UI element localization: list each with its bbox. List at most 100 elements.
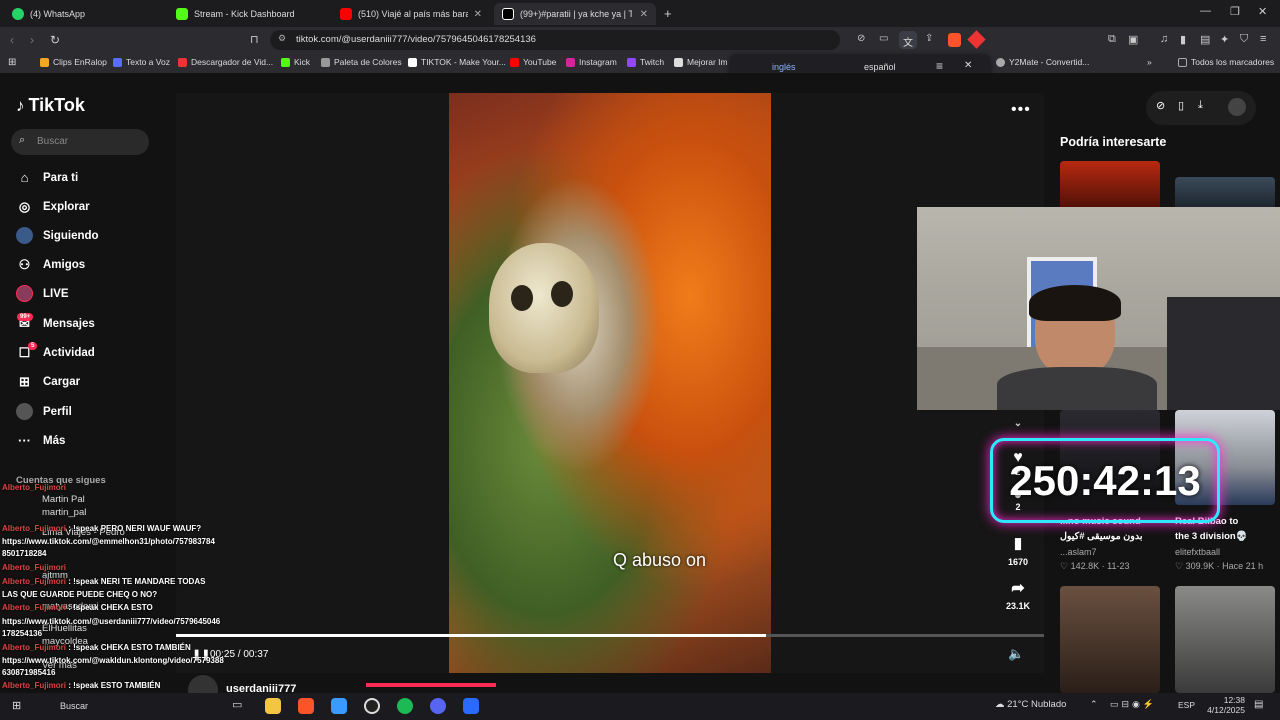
bookmark-item[interactable]: Twitch — [627, 57, 664, 67]
more-bookmarks-icon[interactable]: » — [1147, 57, 1152, 67]
all-bookmarks-folder[interactable]: Todos los marcadores — [1178, 57, 1274, 67]
restore-icon[interactable]: ❐ — [1230, 5, 1240, 18]
related-caption-line2[interactable]: بدون موسيقى #كيول — [1060, 531, 1143, 542]
related-author[interactable]: elitefxtbaall — [1175, 547, 1220, 557]
apps-icon[interactable]: ⊞ — [8, 57, 16, 68]
video-frame[interactable] — [449, 93, 771, 673]
language-indicator[interactable]: ESP — [1178, 700, 1195, 710]
ai-icon[interactable]: ✦ — [1220, 33, 1229, 46]
file-explorer-icon[interactable] — [265, 698, 281, 714]
brave-rewards-icon[interactable] — [967, 30, 986, 49]
sidebar-item-para-ti[interactable]: ⌂ Para ti — [16, 169, 79, 186]
translate-menu-icon[interactable]: ≡ — [936, 59, 943, 73]
bookmark-item[interactable]: YouTube — [510, 57, 556, 67]
related-author[interactable]: ...aslam7 — [1060, 547, 1097, 557]
sidebar-item-cargar[interactable]: ⊞ Cargar — [16, 373, 80, 390]
task-view-icon[interactable]: ▭ — [232, 698, 248, 714]
forward-icon[interactable]: › — [30, 33, 34, 47]
bookmark-icon[interactable]: ▮ — [1006, 534, 1030, 552]
bookmark-item[interactable]: Instagram — [566, 57, 617, 67]
store-icon[interactable] — [331, 698, 347, 714]
extensions-icon[interactable]: ⧉ — [1108, 33, 1116, 46]
close-window-icon[interactable]: ✕ — [1258, 5, 1267, 18]
app-icon[interactable] — [463, 698, 479, 714]
download-icon[interactable]: ⤓ — [1198, 99, 1203, 112]
share-arrow-icon[interactable]: ➦ — [1006, 578, 1030, 598]
windows-start-icon[interactable]: ⊞ — [12, 699, 21, 712]
progress-fill[interactable] — [176, 634, 767, 637]
translate-icon[interactable]: 文 — [899, 31, 917, 49]
tray-overflow-icon[interactable]: ⌃ — [1090, 699, 1098, 710]
related-thumbnail[interactable] — [1175, 177, 1275, 211]
wallet-icon[interactable]: ▤ — [1200, 33, 1210, 46]
scroll-down-icon[interactable]: ⌄ — [1006, 418, 1030, 429]
more-options-icon[interactable]: ••• — [1011, 101, 1031, 119]
bookmark-item[interactable]: Mejorar Im — [674, 57, 728, 67]
video-player[interactable]: Q abuso on 00:25 / 00:37 ❚❚ 🔈 ••• userda… — [176, 93, 1044, 705]
close-tab-icon[interactable]: ✕ — [640, 9, 648, 20]
sidebar-item-explorar[interactable]: ◎ Explorar — [16, 198, 90, 215]
tiktok-logo[interactable]: ♪ TikTok — [16, 95, 85, 116]
clock[interactable]: 12:38 4/12/2025 — [1203, 695, 1245, 715]
close-tab-icon[interactable]: ✕ — [474, 9, 482, 20]
search-input[interactable]: ⌕ Buscar — [11, 129, 149, 155]
address-bar[interactable]: ⚙ tiktok.com/@userdaniii777/video/757964… — [270, 30, 840, 50]
bookmark-item[interactable]: Clips EnRalop — [40, 57, 107, 67]
related-thumbnail[interactable] — [1175, 586, 1275, 693]
following-account[interactable]: martin_pal — [42, 507, 86, 518]
cast-icon[interactable]: ▭ — [879, 33, 888, 44]
bookmark-item[interactable]: Y2Mate - Convertid... — [996, 57, 1089, 67]
translate-lang-source[interactable]: inglés — [772, 62, 796, 72]
bookmark-item[interactable]: Descargador de Vid... — [178, 57, 273, 67]
tracking-icon[interactable]: ⊘ — [857, 33, 865, 44]
tab-youtube-video[interactable]: (510) Viajé al país más barato d ✕ — [332, 3, 490, 25]
sidebar-item-amigos[interactable]: ⚇ Amigos — [16, 256, 86, 273]
tab-tiktok-active[interactable]: (99+)#paratii | ya kche ya | Ti ✕ — [494, 3, 656, 25]
reload-icon[interactable]: ↻ — [50, 33, 60, 47]
sidebar-icon[interactable]: ▮ — [1180, 33, 1186, 46]
device-icon[interactable]: ▯ — [1178, 99, 1184, 112]
bookmark-item[interactable]: Paleta de Colores — [321, 57, 402, 67]
follow-button-edge[interactable] — [366, 683, 496, 687]
kick-icon — [176, 8, 188, 20]
bookmark-item[interactable]: Kick — [281, 57, 310, 67]
discord-icon[interactable] — [430, 698, 446, 714]
translate-lang-target[interactable]: español — [864, 62, 896, 72]
following-account[interactable]: Martin Pal — [42, 494, 85, 505]
sidebar-item-siguiendo[interactable]: Siguiendo — [16, 227, 99, 244]
site-info-icon[interactable]: ⚙ — [278, 33, 286, 44]
sidebar-item-perfil[interactable]: Perfil — [16, 403, 72, 420]
minimize-icon[interactable]: — — [1200, 5, 1211, 17]
related-caption-line2[interactable]: the 3 division💀 — [1175, 531, 1248, 542]
bookmark-page-icon[interactable]: ⊓ — [250, 33, 259, 46]
bookmark-item[interactable]: TIKTOK - Make Your... — [408, 57, 506, 67]
tab-whatsapp[interactable]: (4) WhatsApp — [4, 3, 164, 25]
sidebar-item-live[interactable]: LIVE — [16, 285, 69, 302]
obs-icon[interactable] — [364, 698, 380, 714]
menu-icon[interactable]: ≡ — [1260, 33, 1266, 45]
messages-badge: 99+ — [17, 313, 34, 321]
related-thumbnail[interactable] — [1060, 586, 1160, 693]
vpn-icon[interactable]: ⛉ — [1240, 33, 1248, 46]
brave-browser-icon[interactable] — [298, 698, 314, 714]
taskbar-search[interactable]: Buscar — [60, 701, 88, 711]
coin-icon[interactable]: ⊘ — [1156, 99, 1165, 112]
related-thumbnail[interactable] — [1060, 161, 1160, 211]
sidebar-item-mas[interactable]: ··· Más — [16, 432, 65, 449]
brave-shield-icon[interactable] — [948, 33, 961, 47]
media-icon[interactable]: ♫ — [1160, 33, 1168, 45]
volume-icon[interactable]: 🔈 — [1008, 646, 1024, 662]
weather-widget[interactable]: ☁ 21°C Nublado — [995, 699, 1066, 710]
tab-kick-dashboard[interactable]: Stream - Kick Dashboard — [168, 3, 328, 25]
notifications-icon[interactable]: ▤ — [1254, 699, 1263, 710]
webcam-hair — [1029, 285, 1121, 321]
bookmark-item[interactable]: Texto a Voz — [113, 57, 170, 67]
back-icon[interactable]: ‹ — [10, 33, 14, 47]
new-tab-button[interactable]: + — [664, 6, 672, 21]
share-icon[interactable]: ⇪ — [925, 33, 933, 44]
user-avatar[interactable] — [1228, 98, 1246, 116]
screenshot-icon[interactable]: ▣ — [1128, 33, 1138, 46]
spotify-icon[interactable] — [397, 698, 413, 714]
tray-icons[interactable]: ▭⊟◉⚡ — [1110, 699, 1157, 710]
translate-close-icon[interactable]: ✕ — [964, 60, 972, 71]
